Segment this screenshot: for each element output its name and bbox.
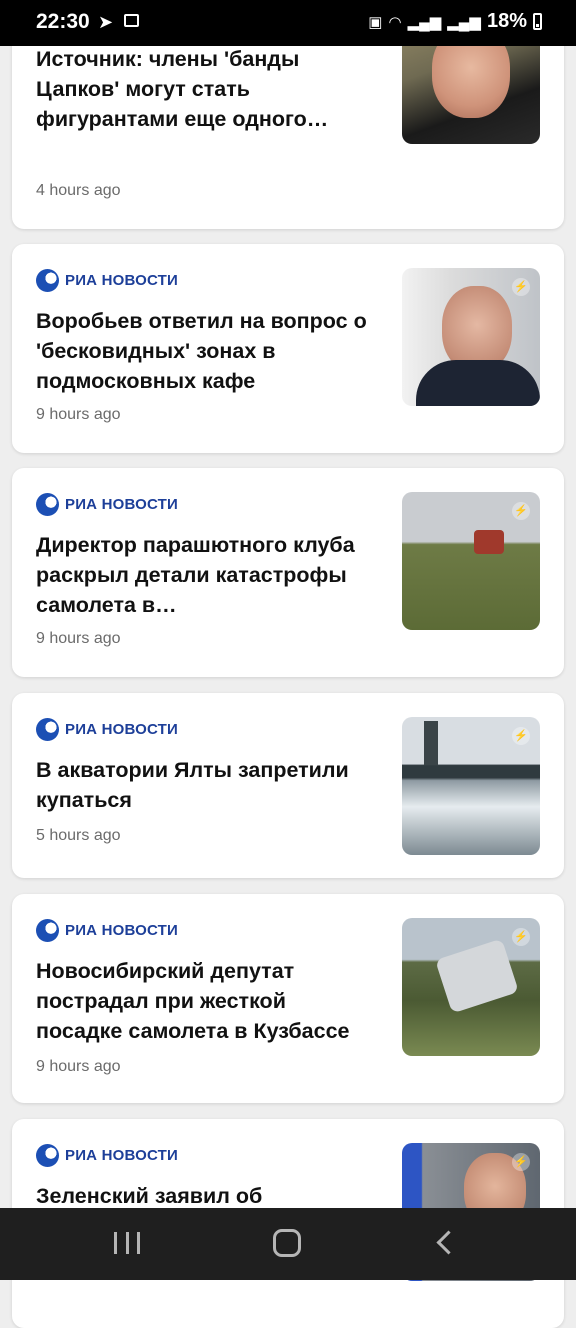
- news-time: 9 hours ago: [36, 406, 121, 423]
- news-thumbnail[interactable]: ⚡: [402, 492, 540, 630]
- navigation-bar: [0, 1208, 576, 1280]
- ria-logo-icon: [36, 918, 59, 942]
- status-bar: 22:30 ➤ ▣ ◠ ▂▄▆ ▂▄▆ 18%: [0, 0, 576, 46]
- news-thumbnail[interactable]: ⚡: [402, 268, 540, 406]
- source-row: РИА НОВОСТИ: [36, 492, 178, 516]
- battery-icon: [533, 13, 542, 30]
- image-icon: [124, 14, 139, 27]
- news-card[interactable]: РИА НОВОСТИ В акватории Ялты запретили к…: [12, 693, 564, 878]
- source-row: РИА НОВОСТИ: [36, 717, 178, 741]
- news-time: 4 hours ago: [36, 182, 121, 199]
- source-name: РИА НОВОСТИ: [65, 921, 179, 939]
- signal-icon: ▂▄▆: [447, 13, 481, 31]
- news-title[interactable]: Зеленский заявил об: [36, 1181, 376, 1211]
- battery-saver-icon: ▣: [368, 13, 383, 31]
- status-right: ▣ ◠ ▂▄▆ ▂▄▆ 18%: [368, 10, 542, 33]
- news-time: 9 hours ago: [36, 630, 121, 647]
- flash-icon: ⚡: [512, 502, 530, 520]
- news-card[interactable]: РИА НОВОСТИ Директор парашютного клуба р…: [12, 468, 564, 677]
- news-thumbnail[interactable]: ⚡: [402, 717, 540, 855]
- source-name: РИА НОВОСТИ: [65, 271, 179, 289]
- ria-logo-icon: [36, 492, 59, 516]
- battery-percent: 18%: [486, 10, 527, 32]
- news-title[interactable]: Воробьев ответил на вопрос о 'бесковидны…: [36, 306, 376, 396]
- news-thumbnail[interactable]: ⚡: [402, 918, 540, 1056]
- photo-plane-wreck: [435, 938, 519, 1014]
- news-time: 5 hours ago: [36, 827, 121, 844]
- news-title[interactable]: Директор парашютного клуба раскрыл детал…: [36, 530, 376, 620]
- signal-icon: ▂▄▆: [407, 13, 442, 31]
- flash-icon: ⚡: [512, 278, 530, 296]
- telegram-icon: ➤: [98, 12, 114, 32]
- ria-logo-icon: [36, 268, 59, 292]
- news-title[interactable]: Новосибирский депутат пострадал при жест…: [36, 956, 376, 1046]
- source-row: РИА НОВОСТИ: [36, 1143, 178, 1167]
- status-time: 22:30: [36, 10, 90, 33]
- source-name: РИА НОВОСТИ: [65, 495, 179, 513]
- recent-apps-icon[interactable]: [114, 1232, 140, 1254]
- source-name: РИА НОВОСТИ: [65, 720, 179, 738]
- flash-icon: ⚡: [512, 727, 530, 745]
- flash-icon: ⚡: [512, 928, 530, 946]
- photo-suit: [416, 360, 540, 406]
- news-title[interactable]: Источник: члены 'банды Цапков' могут ста…: [36, 44, 376, 134]
- photo-lighthouse: [424, 721, 438, 765]
- flash-icon: ⚡: [512, 1153, 530, 1171]
- source-row: РИА НОВОСТИ: [36, 918, 178, 942]
- back-icon[interactable]: [436, 1230, 461, 1255]
- news-card[interactable]: РИА НОВОСТИ Воробьев ответил на вопрос о…: [12, 244, 564, 453]
- home-icon[interactable]: [273, 1229, 301, 1257]
- photo-wreckage: [474, 530, 504, 554]
- news-title[interactable]: В акватории Ялты запретили купаться: [36, 755, 376, 815]
- ria-logo-icon: [36, 717, 59, 741]
- ria-logo-icon: [36, 1143, 59, 1167]
- source-name: РИА НОВОСТИ: [65, 1146, 179, 1164]
- source-row: РИА НОВОСТИ: [36, 268, 178, 292]
- wifi-icon: ◠: [388, 13, 402, 31]
- news-time: 9 hours ago: [36, 1058, 121, 1075]
- news-card[interactable]: РИА НОВОСТИ Новосибирский депутат постра…: [12, 894, 564, 1103]
